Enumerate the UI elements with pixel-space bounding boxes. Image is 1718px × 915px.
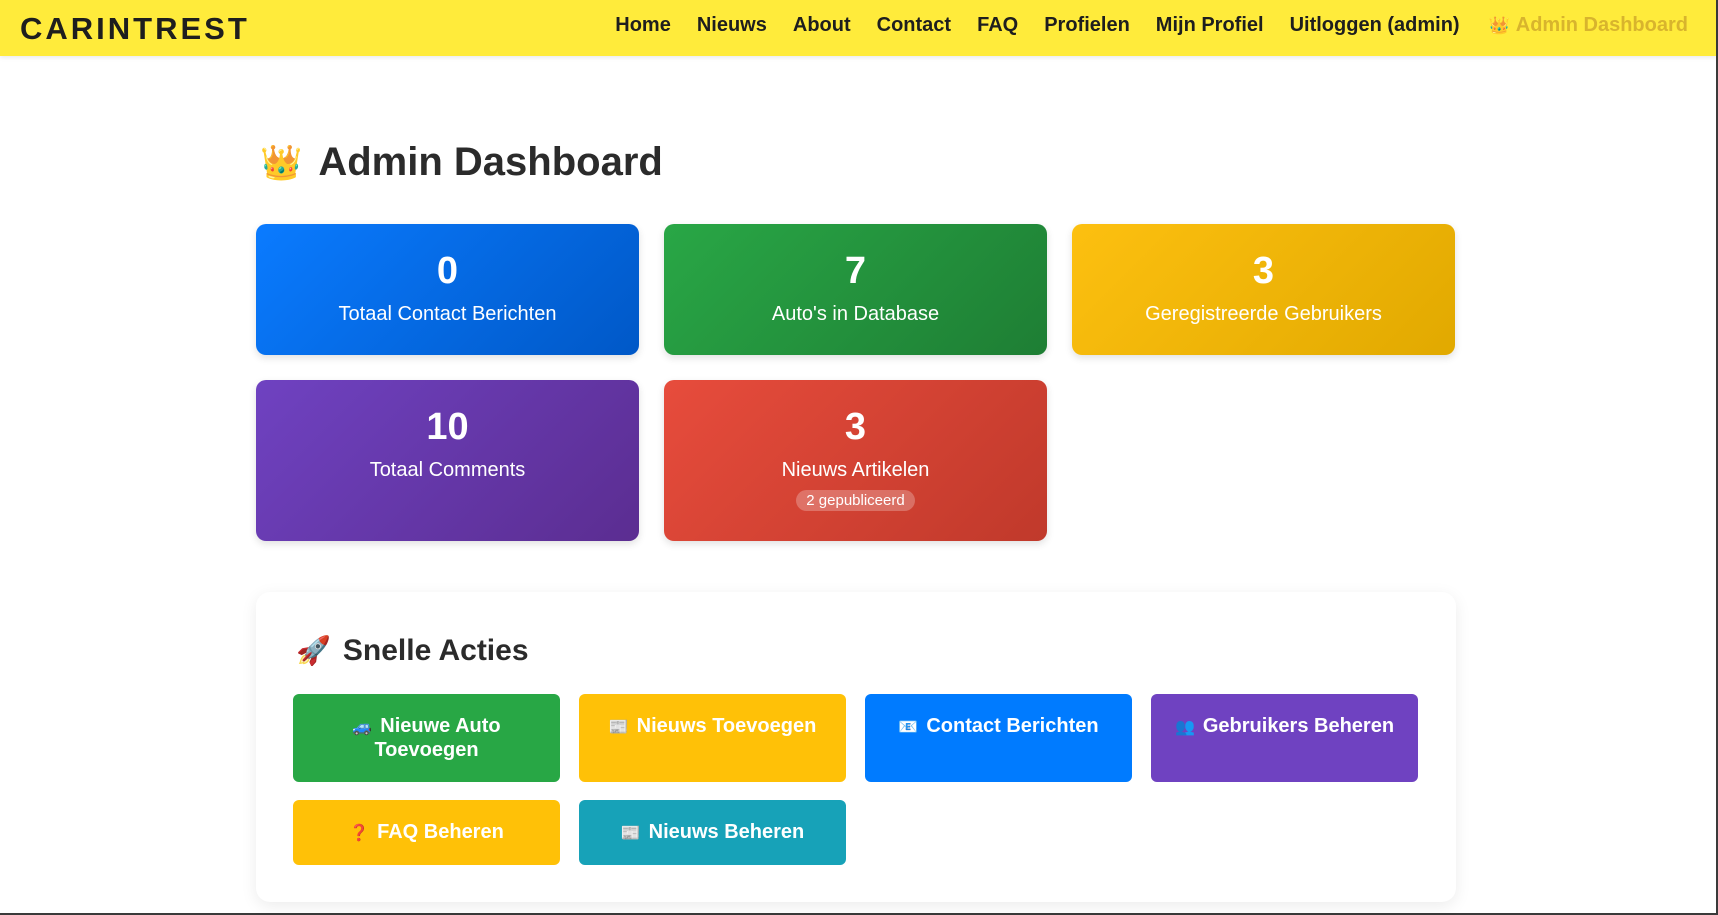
manage-users-button[interactable]: 👥 Gebruikers Beheren	[1151, 694, 1418, 782]
stat-value: 0	[436, 250, 459, 292]
nav-link-contact[interactable]: Contact	[877, 14, 951, 37]
stat-label: Geregistreerde Gebruikers	[1145, 303, 1382, 325]
stat-card-cars[interactable]: 7 Auto's in Database	[664, 224, 1047, 355]
nav-link-logout[interactable]: Uitloggen (admin)	[1290, 14, 1460, 37]
published-badge: 2 gepubliceerd	[796, 490, 915, 511]
stat-label: Totaal Comments	[369, 459, 526, 481]
crown-icon: 👑	[1488, 16, 1510, 35]
nav-link-profielen[interactable]: Profielen	[1044, 14, 1130, 37]
quick-actions-panel: 🚀 Snelle Acties 🚙 Nieuwe Auto Toevoegen 📰…	[256, 592, 1456, 902]
stat-value: 3	[844, 406, 867, 448]
brand-logo[interactable]: CARINTREST	[20, 11, 250, 47]
nav-link-about[interactable]: About	[793, 14, 851, 37]
nav-link-mijn-profiel[interactable]: Mijn Profiel	[1156, 14, 1264, 37]
page-heading: 👑 Admin Dashboard	[260, 140, 663, 185]
page: CARINTREST Home Nieuws About Contact FAQ…	[0, 0, 1718, 915]
stat-value: 7	[844, 250, 867, 292]
button-label: Nieuws Beheren	[648, 821, 805, 843]
crown-icon: 👑	[260, 143, 303, 182]
stat-value: 3	[1252, 250, 1275, 292]
question-icon: ❓	[349, 825, 370, 842]
button-label: Contact Berichten	[926, 715, 1099, 737]
email-icon: 📧	[898, 719, 919, 736]
stat-card-contact-messages[interactable]: 0 Totaal Contact Berichten	[256, 224, 639, 355]
stat-label: Auto's in Database	[771, 303, 940, 325]
button-label: FAQ Beheren	[377, 821, 504, 843]
page-title: Admin Dashboard	[318, 140, 663, 184]
nav-link-nieuws[interactable]: Nieuws	[697, 14, 767, 37]
newspaper-icon: 📰	[620, 825, 641, 842]
nav-links: Home Nieuws About Contact FAQ Profielen …	[615, 14, 1688, 37]
contact-messages-button[interactable]: 📧 Contact Berichten	[865, 694, 1132, 782]
nav-link-faq[interactable]: FAQ	[977, 14, 1018, 37]
stat-card-news[interactable]: 3 Nieuws Artikelen 2 gepubliceerd	[664, 380, 1047, 541]
manage-news-button[interactable]: 📰 Nieuws Beheren	[579, 800, 846, 865]
nav-link-home[interactable]: Home	[615, 14, 671, 37]
add-news-button[interactable]: 📰 Nieuws Toevoegen	[579, 694, 846, 782]
stat-card-users[interactable]: 3 Geregistreerde Gebruikers	[1072, 224, 1455, 355]
newspaper-icon: 📰	[608, 719, 629, 736]
button-label: Nieuwe Auto Toevoegen	[374, 715, 501, 761]
rocket-icon: 🚀	[296, 635, 331, 666]
top-navbar: CARINTREST Home Nieuws About Contact FAQ…	[0, 0, 1716, 56]
manage-faq-button[interactable]: ❓ FAQ Beheren	[293, 800, 560, 865]
users-icon: 👥	[1174, 719, 1195, 736]
quick-actions-title: Snelle Acties	[342, 634, 529, 667]
nav-link-admin-dashboard-label: Admin Dashboard	[1515, 14, 1688, 36]
button-label: Gebruikers Beheren	[1202, 715, 1395, 737]
car-icon: 🚙	[352, 719, 373, 736]
stat-label: Totaal Contact Berichten	[338, 303, 557, 325]
nav-link-admin-dashboard[interactable]: 👑 Admin Dashboard	[1489, 14, 1688, 37]
stat-card-comments[interactable]: 10 Totaal Comments	[256, 380, 639, 541]
quick-actions-heading: 🚀 Snelle Acties	[296, 634, 529, 668]
button-label: Nieuws Toevoegen	[636, 715, 817, 737]
stat-label: Nieuws Artikelen	[781, 459, 930, 481]
add-car-button[interactable]: 🚙 Nieuwe Auto Toevoegen	[293, 694, 560, 782]
stat-value: 10	[426, 406, 469, 448]
